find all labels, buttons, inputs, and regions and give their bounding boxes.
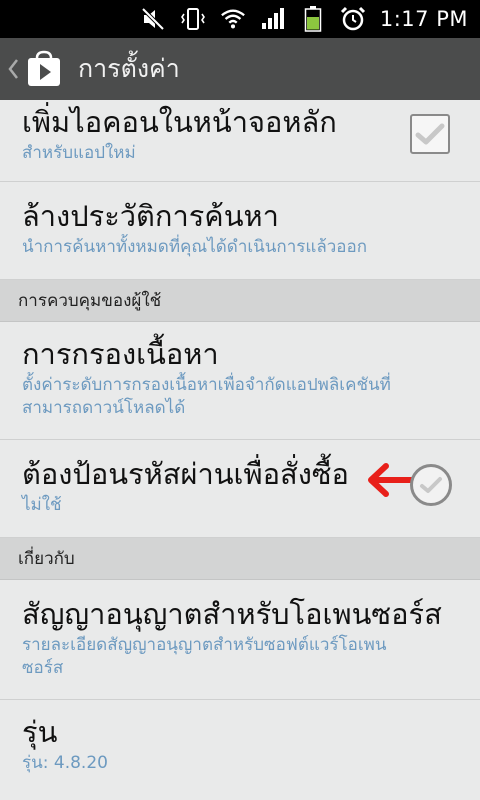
section-header-user-controls: การควบคุมของผู้ใช้ (0, 280, 480, 322)
setting-summary: ตั้งค่าระดับการกรองเนื้อหาเพื่อจำกัดแอปพ… (22, 374, 391, 418)
setting-clear-search-history[interactable]: ล้างประวัติการค้นหา นำการค้นหาทั้งหมดที่… (0, 182, 480, 280)
section-header-about: เกี่ยวกับ (0, 538, 480, 580)
settings-list[interactable]: เพิ่มไอคอนในหน้าจอหลัก สำหรับแอปใหม่ ล้า… (0, 100, 480, 800)
wifi-icon (220, 6, 246, 32)
setting-title: เพิ่มไอคอนในหน้าจอหลัก (22, 105, 337, 139)
setting-title: รุ่น (22, 715, 58, 749)
setting-title: ล้างประวัติการค้นหา (22, 199, 279, 233)
setting-version[interactable]: รุ่น รุ่น: 4.8.20 (0, 700, 480, 800)
setting-summary: รุ่น: 4.8.20 (22, 752, 108, 773)
setting-open-source-licenses[interactable]: สัญญาอนุญาตสำหรับโอเพนซอร์ส รายละเอียดสั… (0, 580, 480, 700)
back-chevron-icon[interactable] (4, 49, 22, 89)
setting-add-icon-home[interactable]: เพิ่มไอคอนในหน้าจอหลัก สำหรับแอปใหม่ (0, 100, 480, 182)
setting-content-filtering[interactable]: การกรองเนื้อหา ตั้งค่าระดับการกรองเนื้อห… (0, 322, 480, 440)
setting-title: การกรองเนื้อหา (22, 337, 219, 371)
checkmark-icon (420, 477, 442, 493)
setting-summary: นำการค้นหาทั้งหมดที่คุณได้ดำเนินการแล้วอ… (22, 236, 368, 257)
setting-summary: สำหรับแอปใหม่ (22, 142, 136, 163)
mute-icon (140, 6, 166, 32)
require-password-toggle[interactable] (410, 464, 452, 506)
red-arrow-icon (368, 463, 414, 497)
status-bar: 1:17 PM (0, 0, 480, 38)
status-time: 1:17 PM (379, 7, 468, 31)
action-bar: การตั้งค่า (0, 38, 480, 100)
signal-icon (260, 6, 286, 32)
vibrate-icon (180, 6, 206, 32)
play-store-icon[interactable] (24, 49, 64, 89)
battery-icon (300, 6, 326, 32)
setting-title: สัญญาอนุญาตสำหรับโอเพนซอร์ส (22, 597, 442, 631)
setting-summary: รายละเอียดสัญญาอนุญาตสำหรับซอฟต์แวร์โอเพ… (22, 634, 387, 678)
setting-require-password[interactable]: ต้องป้อนรหัสผ่านเพื่อสั่งซื้อ ไม่ใช้ (0, 440, 480, 538)
alarm-icon (340, 6, 366, 32)
add-icon-checkbox[interactable] (410, 114, 450, 154)
page-title: การตั้งค่า (78, 54, 180, 83)
checkmark-icon (415, 123, 445, 145)
